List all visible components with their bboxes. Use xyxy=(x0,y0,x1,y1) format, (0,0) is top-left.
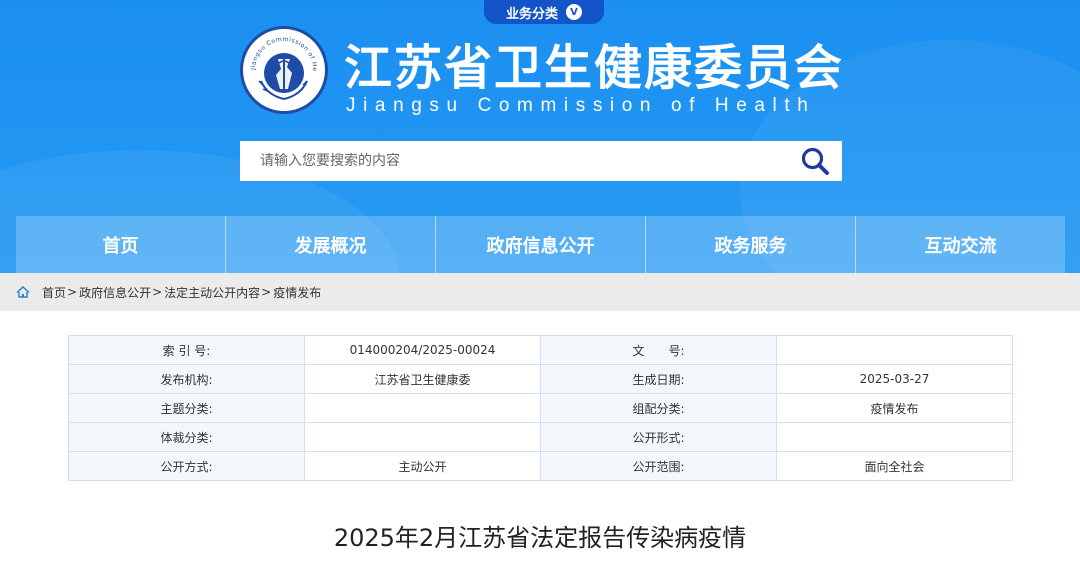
breadcrumb-item-statutory[interactable]: 法定主动公开内容 xyxy=(164,284,260,301)
nav-item-overview[interactable]: 发展概况 xyxy=(225,216,435,273)
nav-item-gov-info[interactable]: 政府信息公开 xyxy=(435,216,645,273)
site-title: 江苏省卫生健康委员会 xyxy=(344,40,845,96)
search-icon xyxy=(801,147,829,175)
document-meta-table: 索 引 号: 014000204/2025-00024 文 号: 发布机构: 江… xyxy=(68,335,1013,481)
meta-label: 公开形式: xyxy=(540,422,777,452)
meta-label: 组配分类: xyxy=(540,393,777,423)
breadcrumb-separator: > xyxy=(67,285,78,299)
emblem-icon: Jiangsu Commission of Health xyxy=(243,29,322,108)
meta-value: 014000204/2025-00024 xyxy=(304,335,541,365)
breadcrumb-separator: > xyxy=(152,285,163,299)
home-icon[interactable] xyxy=(16,286,30,298)
search-bar xyxy=(240,141,842,181)
meta-label: 索 引 号: xyxy=(68,335,305,365)
meta-value: 2025-03-27 xyxy=(776,364,1013,394)
table-row: 体裁分类: 公开形式: xyxy=(68,422,1013,452)
table-row: 公开方式: 主动公开 公开范围: 面向全社会 xyxy=(68,451,1013,481)
table-row: 索 引 号: 014000204/2025-00024 文 号: xyxy=(68,335,1013,365)
meta-value xyxy=(776,422,1013,452)
meta-value: 面向全社会 xyxy=(776,451,1013,481)
main-nav: 首页 发展概况 政府信息公开 政务服务 互动交流 xyxy=(16,216,1065,273)
breadcrumb-item-epidemic[interactable]: 疫情发布 xyxy=(273,284,321,301)
nav-item-services[interactable]: 政务服务 xyxy=(645,216,855,273)
meta-label: 文 号: xyxy=(540,335,777,365)
site-logo[interactable]: Jiangsu Commission of Health xyxy=(240,26,328,114)
meta-value: 主动公开 xyxy=(304,451,541,481)
article-title: 2025年2月江苏省法定报告传染病疫情 xyxy=(333,524,747,552)
meta-value xyxy=(304,393,541,423)
breadcrumb: 首页 > 政府信息公开 > 法定主动公开内容 > 疫情发布 xyxy=(0,273,1080,311)
meta-label: 公开方式: xyxy=(68,451,305,481)
meta-label: 公开范围: xyxy=(540,451,777,481)
meta-value: 江苏省卫生健康委 xyxy=(304,364,541,394)
business-category-label: 业务分类 xyxy=(505,6,558,22)
search-input[interactable] xyxy=(240,141,788,181)
site-subtitle: Jiangsu Commission of Health xyxy=(346,95,816,116)
nav-item-home[interactable]: 首页 xyxy=(16,216,225,273)
meta-label: 发布机构: xyxy=(68,364,305,394)
business-category-tab[interactable]: 业务分类 V xyxy=(484,0,604,24)
meta-label: 主题分类: xyxy=(68,393,305,423)
breadcrumb-item-gov-info[interactable]: 政府信息公开 xyxy=(79,284,151,301)
search-button[interactable] xyxy=(788,141,842,181)
breadcrumb-separator: > xyxy=(261,285,272,299)
meta-value xyxy=(304,422,541,452)
meta-label: 生成日期: xyxy=(540,364,777,394)
nav-item-interaction[interactable]: 互动交流 xyxy=(855,216,1065,273)
breadcrumb-item-home[interactable]: 首页 xyxy=(42,284,66,301)
site-header: 业务分类 V Jiangsu Commission of Health 江苏省卫… xyxy=(0,0,1080,273)
meta-label: 体裁分类: xyxy=(68,422,305,452)
table-row: 主题分类: 组配分类: 疫情发布 xyxy=(68,393,1013,423)
table-row: 发布机构: 江苏省卫生健康委 生成日期: 2025-03-27 xyxy=(68,364,1013,394)
chevron-down-icon: V xyxy=(566,4,582,20)
meta-value: 疫情发布 xyxy=(776,393,1013,423)
meta-value xyxy=(776,335,1013,365)
